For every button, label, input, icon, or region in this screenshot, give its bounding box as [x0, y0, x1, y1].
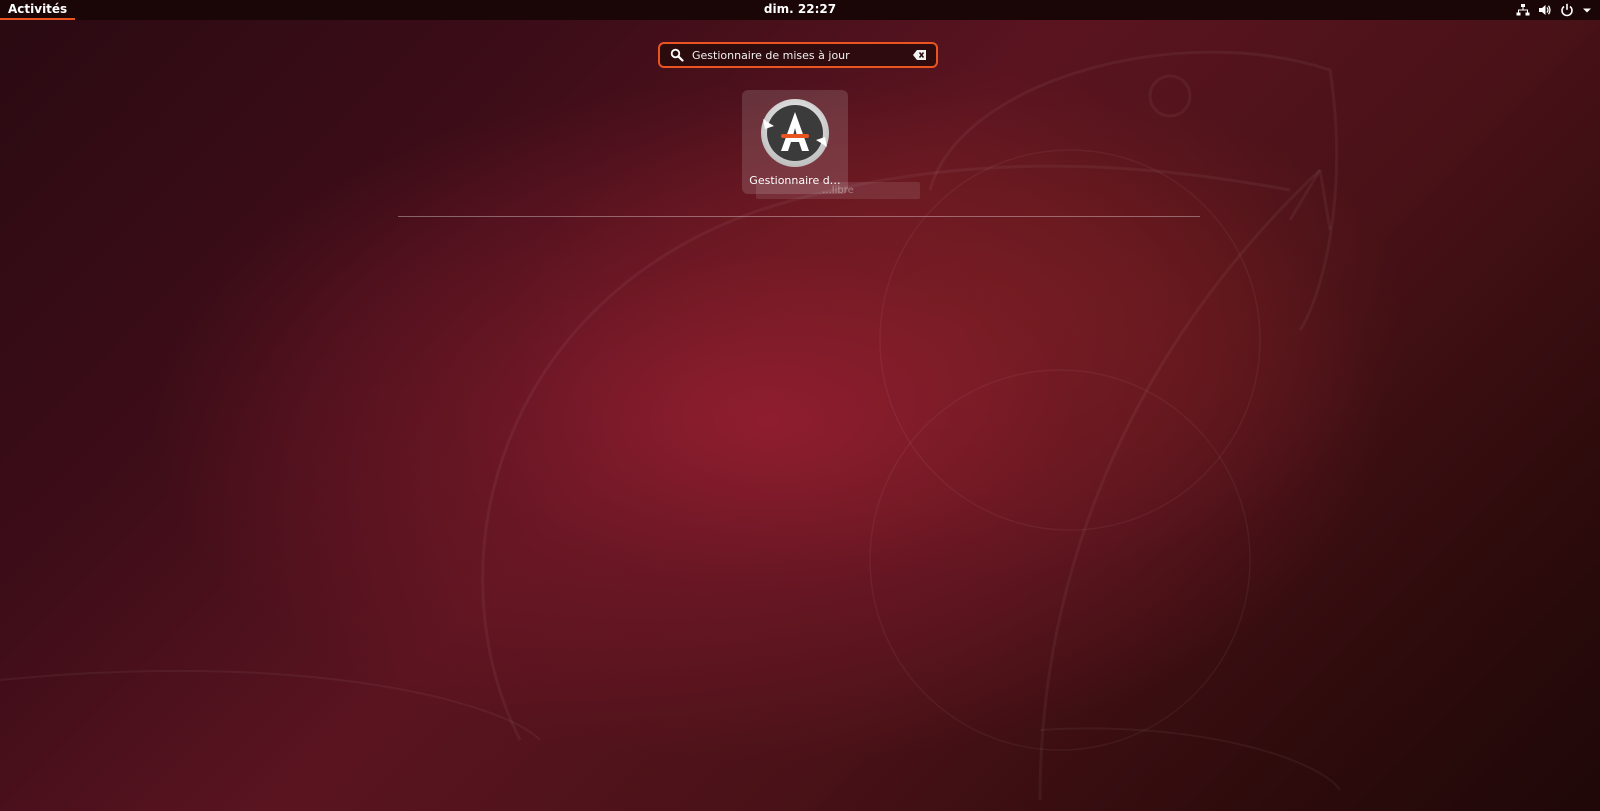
search-result-app[interactable]: Gestionnaire d…	[742, 90, 848, 194]
system-tray[interactable]	[1516, 0, 1592, 20]
power-icon[interactable]	[1560, 3, 1574, 17]
menu-arrow-icon[interactable]	[1582, 3, 1592, 17]
results-separator	[398, 216, 1200, 217]
search-box[interactable]	[658, 42, 938, 68]
software-updater-icon	[761, 99, 829, 167]
clock[interactable]: dim. 22:27	[0, 0, 1600, 19]
clear-icon[interactable]	[912, 47, 928, 63]
network-icon[interactable]	[1516, 3, 1530, 17]
search-input[interactable]	[692, 45, 912, 65]
search-icon	[670, 48, 684, 62]
tooltip-ghost: ...libre	[756, 182, 920, 199]
top-bar: Activités dim. 22:27	[0, 0, 1600, 20]
volume-icon[interactable]	[1538, 3, 1552, 17]
